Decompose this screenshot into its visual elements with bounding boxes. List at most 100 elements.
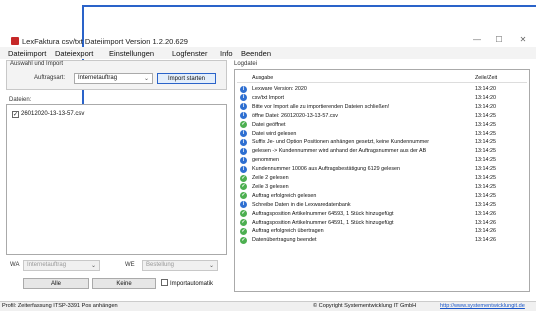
company-link[interactable]: http://www.systementwicklungit.de bbox=[440, 303, 525, 309]
log-time: 13:14:25 bbox=[475, 121, 496, 128]
chevron-down-icon: ⌄ bbox=[90, 263, 96, 269]
menu-dateiexport[interactable]: Dateiexport bbox=[55, 49, 93, 58]
log-row[interactable]: ✓ Zeile 3 gelesen 13:14:25 bbox=[237, 183, 527, 191]
maximize-button[interactable]: ☐ bbox=[492, 35, 506, 44]
success-check-icon: ✓ bbox=[240, 192, 247, 200]
info-icon: i bbox=[240, 138, 247, 146]
log-message: genommen bbox=[252, 157, 279, 164]
log-title: Logdatei bbox=[234, 61, 258, 67]
log-time: 13:14:26 bbox=[475, 219, 496, 226]
select-none-button[interactable]: Keine bbox=[92, 278, 156, 289]
log-message: Auftrag erfolgreich übertragen bbox=[252, 228, 324, 235]
success-check-icon: ✓ bbox=[240, 121, 247, 129]
log-message: Zeile 3 gelesen bbox=[252, 183, 289, 190]
order-type-value: Internetauftrag bbox=[78, 75, 118, 81]
log-time: 13:14:25 bbox=[475, 192, 496, 199]
log-row[interactable]: ✓ Datei geöffnet 13:14:25 bbox=[237, 121, 527, 129]
status-profile: Profil: Zeiterfassung ITSP-3391 Pos anhä… bbox=[2, 303, 118, 309]
log-message: Schreibe Daten in die Lexwaredatenbank bbox=[252, 201, 351, 208]
menu-einstellungen[interactable]: Einstellungen bbox=[109, 49, 154, 58]
log-row[interactable]: i genommen 13:14:25 bbox=[237, 156, 527, 164]
info-icon: i bbox=[240, 130, 247, 137]
auto-import-checkbox[interactable] bbox=[161, 279, 168, 286]
log-message: Auftragsposition Artikelnummer 64591, 1 … bbox=[252, 219, 394, 226]
we-value: Bestellung bbox=[146, 262, 175, 268]
we-label: WE bbox=[125, 262, 135, 268]
log-col-output: Ausgabe bbox=[252, 75, 274, 81]
log-time: 13:14:25 bbox=[475, 201, 496, 208]
success-check-icon: ✓ bbox=[240, 236, 247, 244]
menu-logfenster[interactable]: Logfenster bbox=[172, 49, 207, 58]
log-time: 13:14:26 bbox=[475, 228, 496, 235]
info-icon: i bbox=[240, 156, 247, 164]
menu-info[interactable]: Info bbox=[220, 49, 233, 58]
minimize-button[interactable]: — bbox=[470, 35, 484, 44]
menu-dateiimport[interactable]: Dateiimport bbox=[8, 49, 46, 58]
wa-select[interactable]: Internetauftrag ⌄ bbox=[23, 260, 100, 271]
log-message: csv/txt Import bbox=[252, 94, 285, 101]
file-name: 26012020-13-13-57.csv bbox=[21, 111, 85, 117]
log-row[interactable]: ✓ Auftragsposition Artikelnummer 64591, 1… bbox=[237, 219, 527, 227]
log-row[interactable]: i Suffix Je- und Option Positionen anhäng… bbox=[237, 138, 527, 146]
wa-label: WA bbox=[10, 262, 20, 268]
window-title: LexFaktura csv/txt Dateiimport Version 1… bbox=[22, 37, 188, 46]
select-all-button[interactable]: Alle bbox=[23, 278, 89, 289]
log-row[interactable]: i öffne Datei: 26012020-13-13-57.csv 13:14… bbox=[237, 112, 527, 120]
order-type-select[interactable]: Internetauftrag ⌄ bbox=[74, 73, 153, 84]
chevron-down-icon: ⌄ bbox=[143, 76, 149, 82]
log-time: 13:14:20 bbox=[475, 103, 496, 110]
log-row[interactable]: ✓ Auftrag erfolgreich gelesen 13:14:25 bbox=[237, 192, 527, 200]
log-row[interactable]: ✓ Auftrag erfolgreich übertragen 13:14:26 bbox=[237, 227, 527, 235]
log-row[interactable]: ✓ Datenübertragung beendet 13:14:26 bbox=[237, 236, 527, 244]
log-message: Datei geöffnet bbox=[252, 121, 286, 128]
file-checkbox[interactable]: ✓ bbox=[12, 111, 19, 118]
log-row[interactable]: i csv/txt Import 13:14:20 bbox=[237, 94, 527, 102]
we-select[interactable]: Bestellung ⌄ bbox=[142, 260, 218, 271]
success-check-icon: ✓ bbox=[240, 227, 247, 235]
auto-import-toggle[interactable]: Importautomatik bbox=[161, 279, 213, 287]
status-copyright: © Copyright Systementwicklung IT GmbH bbox=[313, 303, 417, 309]
log-time: 13:14:25 bbox=[475, 157, 496, 164]
info-icon: i bbox=[240, 201, 247, 209]
menu-beenden[interactable]: Beenden bbox=[241, 49, 271, 58]
log-message: gelesen -> Kundennummer wird anhand der … bbox=[252, 148, 427, 155]
log-row[interactable]: i Kundennummer 10006 aus Auftragsbestätig… bbox=[237, 165, 527, 173]
auto-import-label: Importautomatik bbox=[170, 281, 214, 287]
log-time: 13:14:25 bbox=[475, 166, 496, 173]
log-panel[interactable]: Ausgabe Zeile/Zeit i Lexware Version: 202… bbox=[234, 69, 530, 292]
start-import-button[interactable]: Import starten bbox=[157, 73, 216, 84]
log-message: Datenübertragung beendet bbox=[252, 237, 317, 244]
import-group-title: Auswahl und Import bbox=[10, 61, 64, 67]
log-message: Lexware Version: 2020 bbox=[252, 86, 307, 92]
log-message: Suffix Je- und Option Positionen anhänge… bbox=[252, 139, 430, 146]
info-icon: i bbox=[240, 165, 247, 173]
file-list-item[interactable]: ✓ 26012020-13-13-57.csv bbox=[12, 111, 84, 118]
log-message: Zeile 2 gelesen bbox=[252, 175, 289, 181]
log-row[interactable]: i Bitte vor Import alle zu importierenden… bbox=[237, 103, 527, 111]
log-time: 13:14:20 bbox=[475, 94, 496, 101]
info-icon: i bbox=[240, 94, 247, 102]
info-icon: i bbox=[240, 147, 247, 155]
close-button[interactable]: ✕ bbox=[516, 35, 530, 44]
log-row[interactable]: i Lexware Version: 2020 13:14:20 bbox=[237, 85, 527, 93]
log-col-time: Zeile/Zeit bbox=[475, 75, 498, 81]
files-label: Dateien: bbox=[9, 97, 32, 103]
log-row[interactable]: ✓ Auftragsposition Artikelnummer 64593, 1… bbox=[237, 210, 527, 218]
log-time: 13:14:25 bbox=[475, 183, 496, 190]
log-row[interactable]: i Datei wird gelesen 13:14:25 bbox=[237, 130, 527, 138]
log-row[interactable]: ✓ Zeile 2 gelesen 13:14:25 bbox=[237, 174, 527, 182]
log-row[interactable]: i Schreibe Daten in die Lexwaredatenbank 1… bbox=[237, 201, 527, 209]
log-time: 13:14:25 bbox=[475, 112, 496, 119]
order-type-label: Auftragsart: bbox=[34, 75, 66, 81]
status-bar: Profil: Zeiterfassung ITSP-3391 Pos anhä… bbox=[0, 301, 536, 311]
file-list[interactable]: ✓ 26012020-13-13-57.csv bbox=[6, 104, 227, 255]
success-check-icon: ✓ bbox=[240, 183, 247, 191]
log-header: Ausgabe Zeile/Zeit bbox=[237, 74, 527, 83]
log-time: 13:14:26 bbox=[475, 210, 496, 217]
info-icon: i bbox=[240, 112, 247, 120]
log-message: Auftrag erfolgreich gelesen bbox=[252, 192, 317, 199]
log-time: 13:14:25 bbox=[475, 148, 496, 155]
log-row[interactable]: i gelesen -> Kundennummer wird anhand der… bbox=[237, 147, 527, 155]
log-message: Auftragsposition Artikelnummer 64593, 1 … bbox=[252, 210, 394, 217]
log-time: 13:14:25 bbox=[475, 175, 496, 181]
